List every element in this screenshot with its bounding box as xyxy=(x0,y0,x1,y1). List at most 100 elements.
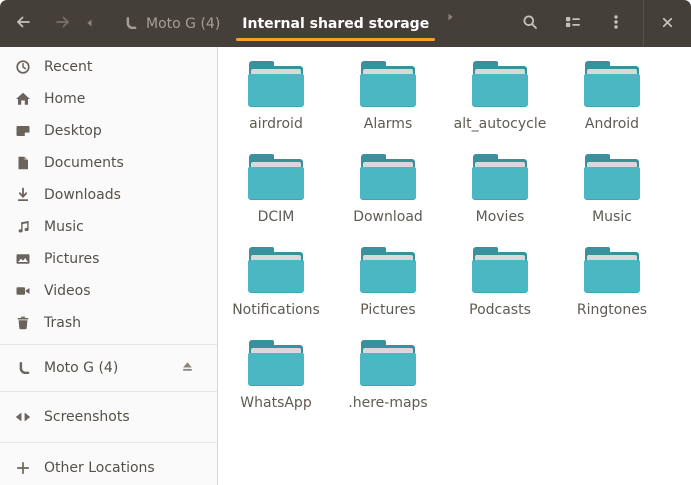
folder-icon xyxy=(584,61,640,107)
sidebar: Recent Home Desktop Documents Downloads … xyxy=(0,47,218,485)
trash-icon xyxy=(15,315,31,331)
folder-icon xyxy=(360,247,416,293)
breadcrumb-scroll-left-icon xyxy=(84,14,96,33)
folder-item-airdroid[interactable]: airdroid xyxy=(220,55,332,148)
folder-grid: airdroid Alarms alt_autocycle Android DC… xyxy=(220,55,691,427)
close-icon xyxy=(660,15,675,33)
sidebar-item-label: Downloads xyxy=(44,187,121,203)
menu-button[interactable] xyxy=(599,7,633,41)
sidebar-item-downloads[interactable]: Downloads xyxy=(0,179,217,211)
folder-icon xyxy=(584,247,640,293)
folder-icon xyxy=(584,154,640,200)
window-close-button[interactable] xyxy=(650,7,684,41)
sidebar-item-screenshots[interactable]: Screenshots xyxy=(0,397,217,437)
folder-icon xyxy=(360,61,416,107)
home-icon xyxy=(15,91,31,107)
folder-label: airdroid xyxy=(249,116,303,132)
sidebar-item-moto-g-4[interactable]: Moto G (4) xyxy=(0,350,217,386)
folder-item-whatsapp[interactable]: WhatsApp xyxy=(220,334,332,427)
sidebar-item-documents[interactable]: Documents xyxy=(0,147,217,179)
video-camera-icon xyxy=(15,283,31,299)
sidebar-item-recent[interactable]: Recent xyxy=(0,51,217,83)
back-button[interactable] xyxy=(6,7,40,41)
active-crumb-underline xyxy=(236,38,435,41)
sidebar-item-videos[interactable]: Videos xyxy=(0,275,217,307)
sidebar-item-label: Home xyxy=(44,91,85,107)
search-icon xyxy=(522,14,538,33)
folder-item-pictures[interactable]: Pictures xyxy=(332,241,444,334)
folder-icon xyxy=(360,154,416,200)
breadcrumb-current[interactable]: Internal shared storage xyxy=(231,0,440,47)
folder-item-podcasts[interactable]: Podcasts xyxy=(444,241,556,334)
sidebar-other-locations-label: Other Locations xyxy=(44,460,155,476)
breadcrumb-device[interactable]: Moto G (4) xyxy=(112,0,231,47)
removable-media-icon xyxy=(15,409,31,425)
search-button[interactable] xyxy=(513,7,547,41)
breadcrumb-device-label: Moto G (4) xyxy=(146,16,220,32)
file-manager-window: Moto G (4) Internal shared storage xyxy=(0,0,691,485)
plus-icon xyxy=(15,460,31,476)
document-icon xyxy=(15,155,31,171)
sidebar-item-home[interactable]: Home xyxy=(0,83,217,115)
folder-label: Android xyxy=(585,116,639,132)
eject-button[interactable] xyxy=(175,356,199,380)
phone-icon xyxy=(123,16,138,31)
folder-label: Notifications xyxy=(232,302,320,318)
file-view: airdroid Alarms alt_autocycle Android DC… xyxy=(218,47,691,485)
sidebar-item-trash[interactable]: Trash xyxy=(0,307,217,339)
sidebar-separator xyxy=(0,391,217,392)
folder-icon xyxy=(248,247,304,293)
desktop-icon xyxy=(15,123,31,139)
breadcrumb-scroll-right-icon xyxy=(444,8,456,27)
folder-label: Download xyxy=(353,209,423,225)
folder-item-here-maps[interactable]: .here-maps xyxy=(332,334,444,427)
breadcrumb-current-label: Internal shared storage xyxy=(242,16,429,32)
folder-item-download[interactable]: Download xyxy=(332,148,444,241)
sidebar-item-desktop[interactable]: Desktop xyxy=(0,115,217,147)
folder-item-alt-autocycle[interactable]: alt_autocycle xyxy=(444,55,556,148)
sidebar-item-label: Videos xyxy=(44,283,91,299)
folder-item-movies[interactable]: Movies xyxy=(444,148,556,241)
folder-label: Music xyxy=(592,209,632,225)
sidebar-item-label: Desktop xyxy=(44,123,102,139)
folder-item-android[interactable]: Android xyxy=(556,55,668,148)
sidebar-item-music[interactable]: Music xyxy=(0,211,217,243)
folder-icon xyxy=(472,154,528,200)
forward-button[interactable] xyxy=(46,7,80,41)
list-view-icon xyxy=(565,14,581,33)
folder-label: Podcasts xyxy=(469,302,531,318)
eject-icon xyxy=(180,359,195,377)
sidebar-item-label: Music xyxy=(44,219,84,235)
folder-icon xyxy=(360,340,416,386)
sidebar-bookmark-label: Screenshots xyxy=(44,409,130,425)
sidebar-item-label: Trash xyxy=(44,315,81,331)
sidebar-item-pictures[interactable]: Pictures xyxy=(0,243,217,275)
view-toggle-button[interactable] xyxy=(556,7,590,41)
folder-label: DCIM xyxy=(258,209,295,225)
folder-item-alarms[interactable]: Alarms xyxy=(332,55,444,148)
sidebar-device-label: Moto G (4) xyxy=(44,360,118,376)
sidebar-item-label: Pictures xyxy=(44,251,99,267)
music-note-icon xyxy=(15,219,31,235)
breadcrumb-scroll-left-button[interactable] xyxy=(80,7,100,41)
folder-icon xyxy=(248,154,304,200)
image-icon xyxy=(15,251,31,267)
sidebar-places-list: Recent Home Desktop Documents Downloads … xyxy=(0,51,217,339)
folder-item-dcim[interactable]: DCIM xyxy=(220,148,332,241)
breadcrumb: Moto G (4) Internal shared storage xyxy=(112,0,460,47)
sidebar-separator xyxy=(0,442,217,443)
breadcrumb-scroll-right-button[interactable] xyxy=(440,0,460,34)
back-arrow-icon xyxy=(15,14,31,33)
sidebar-item-label: Documents xyxy=(44,155,124,171)
folder-label: Alarms xyxy=(364,116,413,132)
sidebar-item-other-locations[interactable]: Other Locations xyxy=(0,448,217,485)
headerbar: Moto G (4) Internal shared storage xyxy=(0,0,691,47)
folder-icon xyxy=(248,61,304,107)
kebab-menu-icon xyxy=(608,14,624,33)
folder-item-ringtones[interactable]: Ringtones xyxy=(556,241,668,334)
folder-item-music[interactable]: Music xyxy=(556,148,668,241)
sidebar-item-label: Recent xyxy=(44,59,92,75)
forward-arrow-icon xyxy=(55,14,71,33)
folder-item-notifications[interactable]: Notifications xyxy=(220,241,332,334)
sidebar-separator xyxy=(0,344,217,345)
